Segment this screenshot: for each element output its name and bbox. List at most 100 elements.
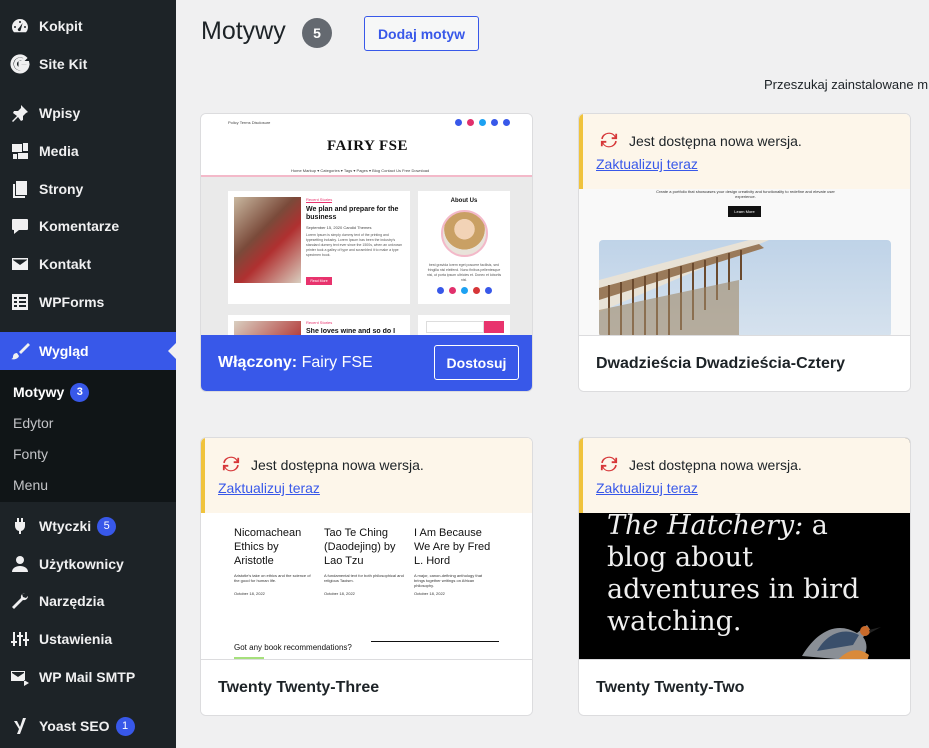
- pages-icon: [10, 179, 30, 199]
- book-desc: Aristotle's take on ethics and the scien…: [234, 573, 311, 583]
- sidebar-item-wtyczki[interactable]: Wtyczki 5: [0, 507, 176, 545]
- sidebar-item-uzytkownicy[interactable]: Użytkownicy: [0, 545, 176, 583]
- linkedin-icon: [485, 287, 492, 294]
- update-icon: [600, 132, 618, 148]
- about-avatar: [441, 210, 488, 257]
- book-desc: A fundamental text for both philosophica…: [324, 573, 404, 583]
- update-notice: Jest dostępna nowa wersja. Zaktualizuj t…: [201, 438, 532, 513]
- facebook-icon: [455, 119, 462, 126]
- active-label: Włączony:: [218, 354, 298, 371]
- submenu-menu[interactable]: Menu: [13, 474, 48, 496]
- fairy-logo-text: FAIRY FSE: [326, 138, 409, 154]
- social-icon: [503, 119, 510, 126]
- post-image: [234, 197, 301, 283]
- theme-card-fairy-fse[interactable]: Policy Terms Disclosure FAIRY FSE Home M…: [200, 113, 533, 392]
- sidebar-item-label: WP Mail SMTP: [39, 669, 136, 685]
- themes-page: Motywy 5 Dodaj motyw Przeszukaj zainstal…: [176, 0, 929, 748]
- update-now-link[interactable]: Zaktualizuj teraz: [596, 156, 698, 172]
- sidebar-item-media[interactable]: Media: [0, 132, 176, 170]
- sidebar-item-kontakt[interactable]: Kontakt: [0, 245, 176, 283]
- about-text: best gravida lorem eget posuere facilisi…: [426, 263, 502, 282]
- twitter-icon: [479, 119, 486, 126]
- update-notice: Jest dostępna nowa wersja. Zaktualizuj t…: [579, 114, 910, 189]
- submenu-label: Fonty: [13, 446, 49, 462]
- customize-button[interactable]: Dostosuj: [434, 345, 519, 380]
- sidebar-item-label: Kokpit: [39, 18, 83, 34]
- sidebar-item-label: Site Kit: [39, 56, 88, 72]
- instagram-icon: [449, 287, 456, 294]
- search-field: [426, 321, 484, 333]
- update-count-badge: 3: [70, 382, 90, 402]
- sidebar-item-label: Kontakt: [39, 256, 92, 272]
- update-icon: [600, 456, 618, 472]
- instagram-icon: [467, 119, 474, 126]
- media-icon: [10, 141, 30, 161]
- sidebar-item-label: Użytkownicy: [39, 556, 124, 572]
- theme-screenshot: Policy Terms Disclosure FAIRY FSE Home M…: [201, 114, 532, 337]
- submenu-fonty[interactable]: Fonty: [13, 443, 48, 465]
- post-card: Recent Stories We plan and prepare for t…: [228, 191, 410, 304]
- theme-name: Twenty Twenty-Three: [218, 678, 380, 696]
- sidebar-item-label: Yoast SEO: [39, 718, 110, 734]
- theme-name: Dwadzieścia Dwadzieścia-Cztery: [596, 354, 845, 372]
- theme-card-footer: Twenty Twenty-Two: [579, 659, 910, 715]
- sidebar-item-label: Wygląd: [39, 343, 89, 359]
- tt4-intro: Create a portfolio that showcases your d…: [656, 189, 835, 199]
- fairy-content: Recent Stories We plan and prepare for t…: [201, 177, 532, 337]
- appearance-submenu: Motywy 3 Edytor Fonty Menu: [0, 370, 176, 502]
- sidebar-item-wpisy[interactable]: Wpisy: [0, 94, 176, 132]
- youtube-icon: [473, 287, 480, 294]
- sidebar-item-narzedzia[interactable]: Narzędzia: [0, 582, 176, 620]
- tt2-headline-em: The Hatchery:: [607, 510, 804, 541]
- sidebar-item-ustawienia[interactable]: Ustawienia: [0, 620, 176, 658]
- theme-name: Twenty Twenty-Two: [596, 678, 745, 696]
- add-theme-button[interactable]: Dodaj motyw: [364, 16, 479, 51]
- building-illustration: [599, 240, 769, 337]
- sidebar-item-yoast-seo[interactable]: Yoast SEO 1: [0, 707, 176, 745]
- post-meta: September 15, 2020 Candid Themes: [306, 225, 372, 230]
- bird-illustration: [802, 625, 881, 661]
- post-title: We plan and prepare for the business: [306, 206, 399, 221]
- facebook-icon: [437, 287, 444, 294]
- sidebar-item-wp-mail-smtp[interactable]: WP Mail SMTP: [0, 658, 176, 696]
- sidebar-item-strony[interactable]: Strony: [0, 170, 176, 208]
- page-title: Motywy: [201, 17, 286, 45]
- comment-icon: [10, 216, 30, 236]
- sidebar-item-kokpit[interactable]: Kokpit: [0, 7, 176, 45]
- theme-count-badge: 5: [302, 18, 332, 48]
- theme-card-twenty-twenty-two[interactable]: The Hatchery: a blog about adventures in…: [578, 437, 911, 716]
- sidebar-item-label: Strony: [39, 181, 84, 197]
- update-icon: [222, 456, 240, 472]
- pushpin-icon: [10, 103, 30, 123]
- theme-card-twenty-twenty-three[interactable]: Nicomachean Ethics by Aristotle Tao Te C…: [200, 437, 533, 716]
- update-notice: Jest dostępna nowa wersja. Zaktualizuj t…: [579, 438, 910, 513]
- linkedin-icon: [491, 119, 498, 126]
- update-notice-text: Jest dostępna nowa wersja.: [629, 133, 802, 149]
- sidebar-item-label: Ustawienia: [39, 631, 113, 647]
- submenu-edytor[interactable]: Edytor: [13, 412, 53, 434]
- submenu-label: Menu: [13, 477, 49, 493]
- post-card: Recent Stories She loves wine and so do …: [228, 315, 410, 337]
- sidebar-item-site-kit[interactable]: Site Kit: [0, 45, 176, 83]
- theme-screenshot: Nicomachean Ethics by Aristotle Tao Te C…: [201, 438, 532, 661]
- update-notice-text: Jest dostępna nowa wersja.: [629, 457, 802, 473]
- plugin-update-badge: 5: [97, 516, 117, 536]
- fairy-header: Policy Terms Disclosure FAIRY FSE Home M…: [201, 114, 532, 174]
- sidebar-item-komentarze[interactable]: Komentarze: [0, 207, 176, 245]
- sidebar-item-wyglad[interactable]: Wygląd: [0, 332, 176, 370]
- theme-card-twenty-twenty-four[interactable]: Create a portfolio that showcases your d…: [578, 113, 911, 392]
- mail-send-icon: [10, 667, 30, 687]
- paintbrush-icon: [10, 341, 30, 361]
- yoast-icon: [10, 716, 30, 736]
- post-tag: Recent Stories: [306, 197, 333, 203]
- update-now-link[interactable]: Zaktualizuj teraz: [218, 480, 320, 496]
- sidebar-item-wpforms[interactable]: WPForms: [0, 283, 176, 321]
- admin-sidebar: Kokpit Site Kit Wpisy Media Strony Komen…: [0, 0, 176, 748]
- dashboard-icon: [10, 16, 30, 36]
- yoast-notification-badge: 1: [115, 716, 135, 736]
- submenu-motywy[interactable]: Motywy 3: [13, 381, 90, 403]
- book-desc: A major, canon-defining anthology that b…: [414, 573, 483, 588]
- sidebar-item-label: WPForms: [39, 294, 105, 310]
- plugin-icon: [10, 516, 30, 536]
- update-now-link[interactable]: Zaktualizuj teraz: [596, 480, 698, 496]
